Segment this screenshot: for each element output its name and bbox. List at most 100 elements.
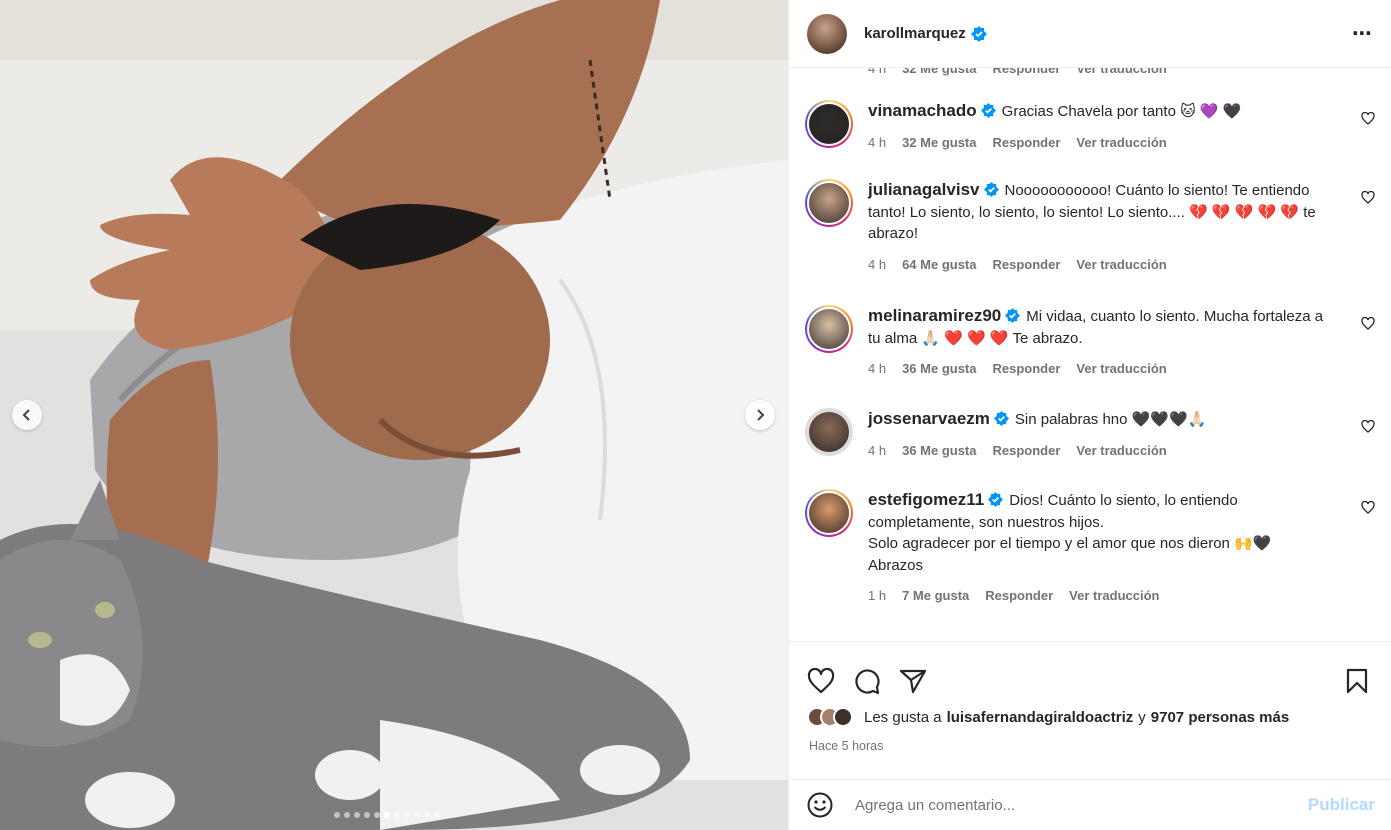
commenter-username[interactable]: estefigomez11 <box>868 490 984 509</box>
post-timestamp[interactable]: Hace 5 horas <box>809 739 883 753</box>
comment-likes[interactable]: 32 Me gusta <box>902 68 976 76</box>
reply-button[interactable]: Responder <box>993 358 1061 380</box>
commenter-avatar-image <box>807 181 851 225</box>
commenter-username[interactable]: vinamachado <box>868 101 977 120</box>
carousel-dot <box>404 812 410 818</box>
author-avatar[interactable] <box>807 13 847 54</box>
comment-text: Sin palabras hno 🖤🖤🖤🙏🏻 <box>1014 411 1207 428</box>
commenter-avatar-image <box>807 102 851 146</box>
comment-item: melinaramirez90 Mi vidaa, cuanto lo sient… <box>805 305 1375 380</box>
emoji-icon[interactable] <box>807 792 833 818</box>
comment-body: melinaramirez90 Mi vidaa, cuanto lo sient… <box>868 305 1338 380</box>
likes-prefix: Les gusta a <box>864 708 942 726</box>
author-username[interactable]: karollmarquez <box>864 25 966 42</box>
liker-avatar <box>833 707 853 727</box>
carousel-dot <box>414 812 420 818</box>
share-icon <box>899 669 927 693</box>
translate-button[interactable]: Ver traducción <box>1076 440 1166 462</box>
comment-meta: 4 h 64 Me gusta Responder Ver traducción <box>868 254 1338 276</box>
translate-button[interactable]: Ver traducción <box>1076 254 1166 276</box>
commenter-username[interactable]: melinaramirez90 <box>868 306 1001 325</box>
commenter-avatar[interactable] <box>805 489 853 537</box>
commenter-username[interactable]: julianagalvisv <box>868 180 980 199</box>
chevron-left-icon <box>22 409 30 421</box>
comment-like-heart-icon[interactable] <box>1361 191 1375 204</box>
comment-text-block: vinamachado Gracias Chavela por tanto 🐱 💜… <box>868 100 1338 123</box>
comment-like-heart-icon[interactable] <box>1361 317 1375 330</box>
likes-conj: y <box>1138 708 1146 726</box>
partial-comment-meta: 4 h 32 Me gusta Responder Ver traducción <box>868 68 1167 76</box>
carousel-dot <box>434 812 440 818</box>
add-comment-bar: Publicar <box>789 779 1391 830</box>
commenter-avatar[interactable] <box>805 408 853 456</box>
verified-badge-icon <box>980 103 996 118</box>
verified-badge-icon <box>983 182 999 197</box>
comment-text-block: jossenarvaezm Sin palabras hno 🖤🖤🖤🙏🏻 <box>868 408 1338 431</box>
comment-meta: 4 h 36 Me gusta Responder Ver traducción <box>868 440 1338 462</box>
post-actions <box>789 641 1391 703</box>
comment-input[interactable] <box>855 796 1308 814</box>
save-button[interactable] <box>1345 668 1369 694</box>
liker-avatars[interactable] <box>807 707 853 727</box>
post-detail-panel: karollmarquez ⋯ 4 h 32 Me gusta Responde… <box>788 0 1391 830</box>
comment-item: estefigomez11 Dios! Cuánto lo siento, lo … <box>805 489 1375 607</box>
carousel-dot <box>424 812 430 818</box>
comment-icon <box>855 668 880 694</box>
commenter-avatar[interactable] <box>805 100 853 148</box>
publish-button[interactable]: Publicar <box>1308 795 1375 815</box>
reply-button[interactable]: Responder <box>993 254 1061 276</box>
commenter-avatar[interactable] <box>805 179 853 227</box>
reply-button[interactable]: Responder <box>993 68 1061 76</box>
commenter-username[interactable]: jossenarvaezm <box>868 409 990 428</box>
comment-likes[interactable]: 7 Me gusta <box>902 585 969 607</box>
comment-time: 4 h <box>868 442 887 458</box>
reply-button[interactable]: Responder <box>993 132 1061 154</box>
reply-button[interactable]: Responder <box>993 440 1061 462</box>
comment-item: vinamachado Gracias Chavela por tanto 🐱 💜… <box>805 100 1375 153</box>
translate-button[interactable]: Ver traducción <box>1069 585 1159 607</box>
comment-body: julianagalvisv Nooooooooooo! Cuánto lo si… <box>868 179 1338 275</box>
comment-text-block: melinaramirez90 Mi vidaa, cuanto lo sient… <box>868 305 1338 349</box>
comment-likes[interactable]: 36 Me gusta <box>902 440 976 462</box>
bookmark-icon <box>1346 668 1368 693</box>
comment-text: Gracias Chavela por tanto 🐱 💜 🖤 <box>1001 103 1242 120</box>
more-options-button[interactable]: ⋯ <box>1352 21 1373 46</box>
carousel-dot <box>354 812 360 818</box>
comment-likes[interactable]: 32 Me gusta <box>902 132 976 154</box>
carousel-dot <box>364 812 370 818</box>
liker-username[interactable]: luisafernandagiraldoactriz <box>947 709 1134 726</box>
carousel-indicator <box>334 812 440 818</box>
comment-item: jossenarvaezm Sin palabras hno 🖤🖤🖤🙏🏻 4 h 36… <box>805 408 1375 461</box>
carousel-dot <box>384 812 390 818</box>
comment-like-heart-icon[interactable] <box>1361 112 1375 125</box>
reply-button[interactable]: Responder <box>985 585 1053 607</box>
comment-time: 4 h <box>868 134 887 150</box>
likes-summary: Les gusta a luisafernandagiraldoactriz y… <box>807 707 1373 727</box>
share-button[interactable] <box>899 668 927 694</box>
comment-like-heart-icon[interactable] <box>1361 501 1375 514</box>
comment-body: jossenarvaezm Sin palabras hno 🖤🖤🖤🙏🏻 4 h 36… <box>868 408 1338 461</box>
chevron-right-icon <box>757 409 765 421</box>
carousel-next-button[interactable] <box>745 400 775 430</box>
carousel-prev-button[interactable] <box>12 400 42 430</box>
comment-button[interactable] <box>853 667 881 695</box>
comment-likes[interactable]: 36 Me gusta <box>902 358 976 380</box>
comments-list[interactable]: 4 h 32 Me gusta Responder Ver traducción… <box>789 68 1391 640</box>
commenter-avatar-image <box>807 491 851 535</box>
likes-count[interactable]: 9707 personas más <box>1151 709 1289 726</box>
carousel-dot <box>374 812 380 818</box>
comment-likes[interactable]: 64 Me gusta <box>902 254 976 276</box>
heart-icon <box>807 667 835 693</box>
carousel-dot <box>344 812 350 818</box>
post-media <box>0 0 788 830</box>
comment-meta: 4 h 32 Me gusta Responder Ver traducción <box>868 132 1338 154</box>
comment-body: estefigomez11 Dios! Cuánto lo siento, lo … <box>868 489 1338 607</box>
translate-button[interactable]: Ver traducción <box>1076 132 1166 154</box>
like-button[interactable] <box>807 667 835 694</box>
verified-badge-icon <box>993 411 1009 426</box>
translate-button[interactable]: Ver traducción <box>1076 68 1166 76</box>
comment-like-heart-icon[interactable] <box>1361 420 1375 433</box>
comment-meta: 4 h 36 Me gusta Responder Ver traducción <box>868 358 1338 380</box>
translate-button[interactable]: Ver traducción <box>1076 358 1166 380</box>
commenter-avatar[interactable] <box>805 305 853 353</box>
